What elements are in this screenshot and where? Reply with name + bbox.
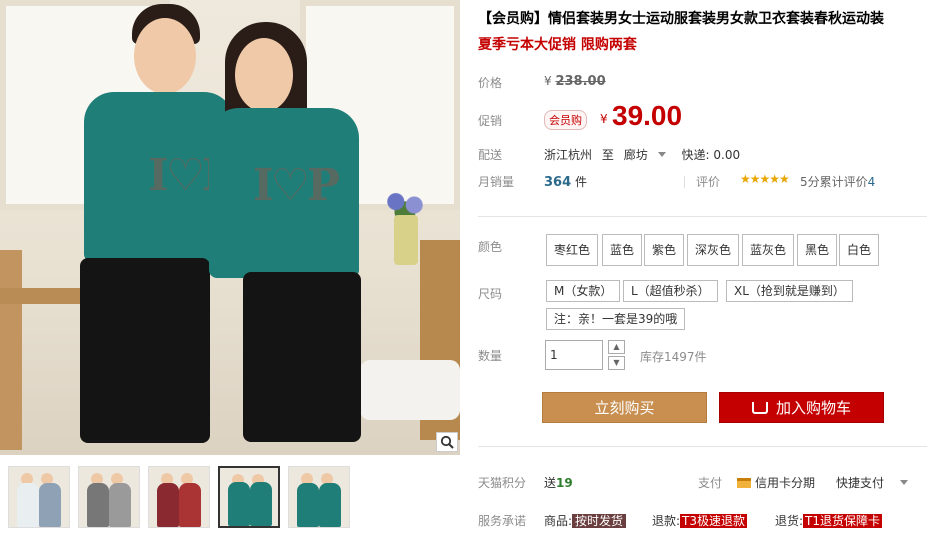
currency-symbol: ¥ xyxy=(544,74,552,88)
divider xyxy=(684,176,685,188)
quick-pay[interactable]: 快捷支付 xyxy=(836,474,909,491)
credit-card-icon xyxy=(737,478,751,488)
destination-select[interactable]: 廊坊 xyxy=(624,148,672,162)
monthly-sales-label: 月销量 xyxy=(478,175,515,189)
quantity-increase-button[interactable]: ▲ xyxy=(608,340,625,354)
thumbnail[interactable] xyxy=(148,466,210,528)
price-label: 价格 xyxy=(478,76,503,90)
original-price-value: 238.00 xyxy=(555,74,606,89)
points-value: 送19 xyxy=(544,476,573,490)
pillow xyxy=(360,360,460,420)
vase xyxy=(394,215,418,265)
quantity-decrease-button[interactable]: ▼ xyxy=(608,356,625,370)
shirt-logo: I♡P xyxy=(253,160,340,211)
product-subtitle: 夏季亏本大促销 限购两套 xyxy=(478,37,637,53)
chair xyxy=(0,250,22,450)
size-option-note[interactable]: 注：亲！一套是39的哦 xyxy=(546,308,686,330)
vip-badge: 会员购 xyxy=(544,110,587,130)
divider xyxy=(478,216,927,217)
original-price: ¥ 238.00 xyxy=(544,74,606,89)
points-label: 天猫积分 xyxy=(478,476,527,490)
shipping-fee: 快递: 0.00 xyxy=(681,148,741,162)
rating-stars: ★★★★★ xyxy=(740,172,790,186)
color-option-jujube-red[interactable]: 枣红色 xyxy=(546,234,599,266)
color-option-white[interactable]: 白色 xyxy=(839,234,880,266)
thumbnail-strip xyxy=(0,458,460,535)
shipping-info: 浙江杭州 至 廊坊 快递: 0.00 xyxy=(544,146,746,163)
credit-installment[interactable]: 信用卡分期 xyxy=(737,474,815,491)
quantity-label: 数量 xyxy=(478,349,503,363)
quantity-input[interactable]: 1 xyxy=(545,340,603,370)
thumbnail[interactable] xyxy=(288,466,350,528)
promo-price: 39.00 xyxy=(612,100,683,131)
chevron-down-icon xyxy=(900,480,909,485)
review-summary[interactable]: 5分累计评价4 xyxy=(800,173,875,190)
thumbnail[interactable] xyxy=(78,466,140,528)
thumbnail-selected[interactable] xyxy=(218,466,280,528)
color-option-dark-gray[interactable]: 深灰色 xyxy=(687,234,740,266)
color-label: 颜色 xyxy=(478,240,503,254)
divider xyxy=(478,446,927,447)
add-to-cart-label: 加入购物车 xyxy=(775,399,851,417)
color-option-black[interactable]: 黑色 xyxy=(797,234,838,266)
stock-count: 库存1497件 xyxy=(640,350,707,364)
zoom-icon[interactable] xyxy=(436,432,458,452)
payment-label: 支付 xyxy=(698,476,723,490)
color-option-blue-gray[interactable]: 蓝灰色 xyxy=(742,234,795,266)
shipping-label: 配送 xyxy=(478,148,503,162)
main-product-image[interactable]: I♡P I♡P xyxy=(0,0,460,455)
thumbnail[interactable] xyxy=(8,466,70,528)
add-to-cart-button[interactable]: 加入购物车 xyxy=(719,392,884,423)
model-woman: I♡P xyxy=(205,0,370,455)
ship-from: 浙江杭州 xyxy=(544,148,593,162)
service-return: 退货: T1退货保障卡 xyxy=(775,514,883,528)
currency-symbol: ¥ xyxy=(600,112,608,126)
size-label: 尺码 xyxy=(478,287,503,301)
monthly-sales: 364 件 xyxy=(544,175,587,190)
buy-now-button[interactable]: 立刻购买 xyxy=(542,392,707,423)
cart-icon xyxy=(751,402,768,414)
color-option-blue[interactable]: 蓝色 xyxy=(602,234,643,266)
size-option-m[interactable]: M（女款） xyxy=(546,280,621,302)
product-title: 【会员购】情侣套装男女士运动服套装男女款卫衣套装春秋运动装 xyxy=(478,11,884,27)
service-label: 服务承诺 xyxy=(478,514,527,528)
promo-label: 促销 xyxy=(478,114,503,128)
review-label: 评价 xyxy=(696,175,721,189)
ship-to-word: 至 xyxy=(601,148,614,162)
size-option-l[interactable]: L（超值秒杀） xyxy=(623,280,718,302)
chevron-down-icon xyxy=(657,152,666,157)
service-refund: 退款: T3极速退款 xyxy=(652,514,748,528)
product-info-panel: 【会员购】情侣套装男女士运动服套装男女款卫衣套装春秋运动装 夏季亏本大促销 限购… xyxy=(478,0,927,535)
color-option-purple[interactable]: 紫色 xyxy=(644,234,685,266)
size-option-xl[interactable]: XL（抢到就是赚到） xyxy=(726,280,853,302)
service-goods: 商品: 按时发货 xyxy=(544,512,627,529)
